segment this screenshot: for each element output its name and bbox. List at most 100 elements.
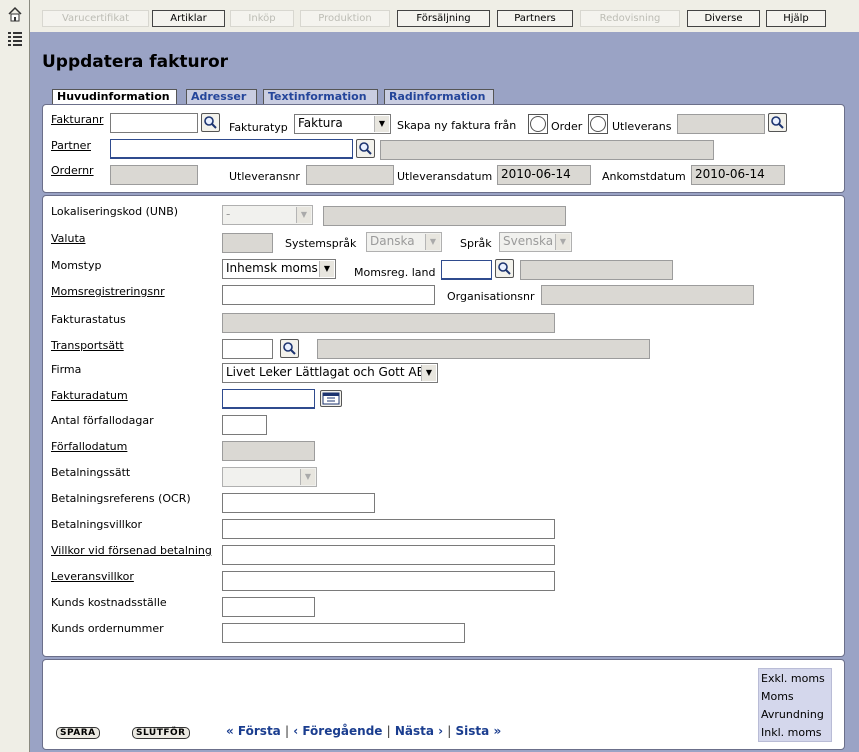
ordernr-label: Ordernr xyxy=(51,164,94,177)
firma-value: Livet Leker Lättlagat och Gott AB xyxy=(226,365,425,379)
chevron-down-icon: ▼ xyxy=(319,261,334,277)
menu-artiklar[interactable]: Artiklar xyxy=(152,10,225,27)
betalningsreferens-input[interactable] xyxy=(222,493,375,513)
menu-produktion: Produktion xyxy=(300,10,390,27)
firma-select[interactable]: Livet Leker Lättlagat och Gott AB ▼ xyxy=(222,363,438,383)
kunds-kostnadsstalle-input[interactable] xyxy=(222,597,315,617)
valuta-field xyxy=(222,233,273,253)
fakturatyp-select[interactable]: Faktura ▼ xyxy=(294,114,391,134)
systemsprak-select: Danska ▼ xyxy=(366,232,442,252)
moms-label: Moms xyxy=(761,690,794,703)
momsreg-land-input[interactable] xyxy=(441,260,492,280)
pager: « Första | ‹ Föregående | Nästa › | Sist… xyxy=(226,724,501,738)
momsregistreringsnr-label: Momsregistreringsnr xyxy=(51,285,165,298)
menu-redovisning: Redovisning xyxy=(580,10,680,27)
order-radio[interactable] xyxy=(528,114,548,134)
tab-huvudinformation[interactable]: Huvudinformation xyxy=(52,89,177,105)
organisationsnr-label: Organisationsnr xyxy=(447,290,535,303)
sidebar xyxy=(0,0,30,752)
betalningsreferens-label: Betalningsreferens (OCR) xyxy=(51,492,191,505)
firma-label: Firma xyxy=(51,363,82,376)
utleveransdatum-label: Utleveransdatum xyxy=(397,170,493,183)
menu-partners[interactable]: Partners xyxy=(497,10,573,27)
lokaliseringskod-value: - xyxy=(226,207,231,221)
menu-diverse[interactable]: Diverse xyxy=(687,10,760,27)
order-label: Order xyxy=(551,120,583,133)
fakturadatum-input[interactable] xyxy=(222,389,315,409)
kunds-ordernummer-input[interactable] xyxy=(222,623,465,643)
momstyp-value: Inhemsk moms xyxy=(226,261,318,275)
pager-next-link[interactable]: Nästa › xyxy=(395,724,443,738)
partner-name-field xyxy=(380,140,714,160)
search-icon xyxy=(771,116,784,129)
fakturatyp-label: Fakturatyp xyxy=(229,121,288,134)
leveransvillkor-input[interactable] xyxy=(222,571,555,591)
fakturatyp-value: Faktura xyxy=(298,116,343,130)
home-icon[interactable] xyxy=(7,6,23,22)
chevron-down-icon: ▼ xyxy=(300,469,315,485)
pager-previous-link[interactable]: ‹ Föregående xyxy=(293,724,382,738)
sprak-value: Svenska xyxy=(503,234,554,248)
transportsatt-search-button[interactable] xyxy=(280,339,299,358)
villkor-forsenad-label: Villkor vid försenad betalning xyxy=(51,544,212,557)
fakturastatus-label: Fakturastatus xyxy=(51,313,126,326)
radio-circle-icon xyxy=(530,116,546,132)
lokaliseringskod-desc xyxy=(323,206,566,226)
chevron-down-icon: ▼ xyxy=(296,207,311,223)
villkor-forsenad-input[interactable] xyxy=(222,545,555,565)
utleverans-input xyxy=(677,114,765,134)
leveransvillkor-label: Leveransvillkor xyxy=(51,570,134,583)
systemsprak-value: Danska xyxy=(370,234,415,248)
chevron-down-icon: ▼ xyxy=(421,365,436,381)
fakturadatum-calendar-button[interactable] xyxy=(320,390,342,407)
tab-adresser[interactable]: Adresser xyxy=(186,89,257,105)
fakturanr-search-button[interactable] xyxy=(201,113,220,132)
menu-forsaljning[interactable]: Försäljning xyxy=(397,10,490,27)
utleveransnr-field xyxy=(306,165,394,185)
transportsatt-desc xyxy=(317,339,650,359)
transportsatt-label: Transportsätt xyxy=(51,339,124,352)
inkl-moms-label: Inkl. moms xyxy=(761,726,822,739)
spara-button[interactable]: SPARA xyxy=(56,727,100,739)
momsreg-land-search-button[interactable] xyxy=(495,259,514,278)
pager-first-link[interactable]: « Första xyxy=(226,724,281,738)
lokaliseringskod-select: - ▼ xyxy=(222,205,313,225)
menu-varucertifikat: Varucertifikat xyxy=(42,10,149,27)
kunds-kostnadsstalle-label: Kunds kostnadsställe xyxy=(51,596,167,609)
tab-radinformation[interactable]: Radinformation xyxy=(384,89,494,105)
utleveransdatum-field: 2010-06-14 xyxy=(497,165,591,185)
exkl-moms-label: Exkl. moms xyxy=(761,672,825,685)
pager-separator: | xyxy=(447,724,452,738)
list-icon[interactable] xyxy=(7,30,23,46)
betalningsvillkor-input[interactable] xyxy=(222,519,555,539)
forfallodatum-label: Förfallodatum xyxy=(51,440,128,453)
tab-textinformation[interactable]: Textinformation xyxy=(263,89,378,105)
sprak-select: Svenska ▼ xyxy=(499,232,572,252)
betalningssatt-label: Betalningssätt xyxy=(51,466,131,479)
menu-hjalp[interactable]: Hjälp xyxy=(766,10,826,27)
slutfor-button[interactable]: SLUTFÖR xyxy=(132,727,190,739)
fakturanr-input[interactable] xyxy=(110,113,198,133)
momstyp-select[interactable]: Inhemsk moms ▼ xyxy=(222,259,336,279)
fakturastatus-field xyxy=(222,313,555,333)
partner-input[interactable] xyxy=(110,139,353,159)
ankomstdatum-field: 2010-06-14 xyxy=(691,165,785,185)
skapa-label: Skapa ny faktura från xyxy=(397,119,517,132)
chevron-down-icon: ▼ xyxy=(555,234,570,250)
momsregistreringsnr-input[interactable] xyxy=(222,285,435,305)
transportsatt-input[interactable] xyxy=(222,339,273,359)
lokaliseringskod-label: Lokaliseringskod (UNB) xyxy=(51,205,179,218)
antal-forfallodagar-input[interactable] xyxy=(222,415,267,435)
totals-summary: Exkl. moms Moms Avrundning Inkl. moms xyxy=(758,668,832,742)
valuta-label: Valuta xyxy=(51,232,86,245)
utleverans-search-button[interactable] xyxy=(768,113,787,132)
utleverans-radio[interactable] xyxy=(588,114,608,134)
menu-inkop: Inköp xyxy=(230,10,294,27)
momsreg-land-label: Momsreg. land xyxy=(354,266,436,279)
partner-search-button[interactable] xyxy=(356,139,375,158)
kunds-ordernummer-label: Kunds ordernummer xyxy=(51,622,164,635)
antal-forfallodagar-label: Antal förfallodagar xyxy=(51,414,154,427)
betalningssatt-select: ▼ xyxy=(222,467,317,487)
pager-last-link[interactable]: Sista » xyxy=(456,724,502,738)
fakturanr-label: Fakturanr xyxy=(51,113,104,126)
